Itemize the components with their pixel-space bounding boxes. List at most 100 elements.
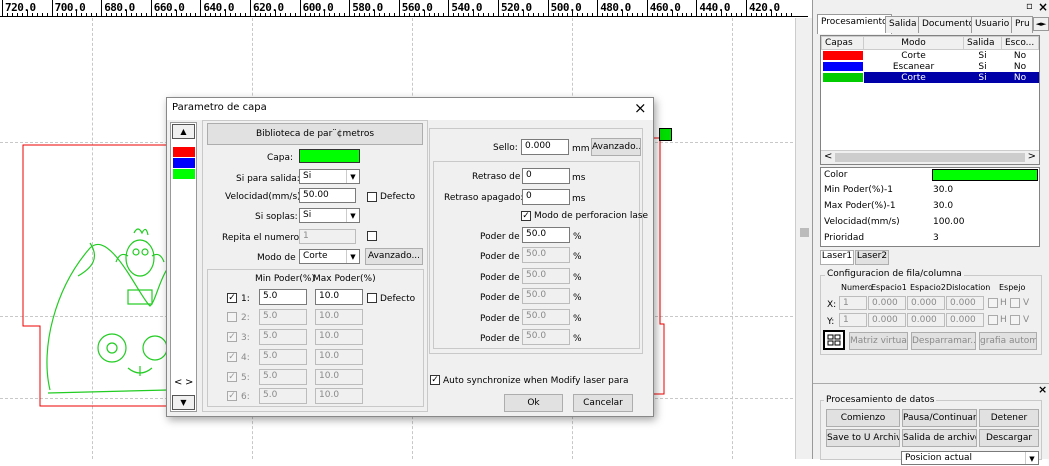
poder-2-input[interactable]: 50.0 <box>522 247 570 263</box>
array-y-espacio1[interactable]: 0.000 <box>868 313 906 327</box>
power-row-4-checkbox[interactable]: ✓ <box>227 352 237 362</box>
poder-1-input[interactable]: 50.0 <box>522 227 570 243</box>
layer-prev-icon[interactable]: < <box>174 377 182 388</box>
power-row-3-max[interactable]: 10.0 <box>315 329 363 345</box>
array-x-espacio1[interactable]: 0.000 <box>868 296 906 310</box>
tab-laser1[interactable]: Laser1 <box>820 250 854 265</box>
power-row-5-min[interactable]: 5.0 <box>259 369 307 385</box>
layers-hscrollbar[interactable]: < > <box>821 150 1039 164</box>
blow-select[interactable]: Si ▼ <box>299 208 360 223</box>
speed-input[interactable]: 50.00 <box>299 188 356 203</box>
tab-scroll-arrows[interactable]: ◄► <box>1033 17 1049 31</box>
poder-5-input[interactable]: 50.0 <box>522 309 570 325</box>
ok-button[interactable]: Ok <box>504 394 563 412</box>
scroll-thumb[interactable] <box>800 228 809 237</box>
output-u-file-button[interactable]: Salida de archivo U <box>902 429 977 447</box>
array-y-number[interactable]: 1 <box>839 313 867 327</box>
power-row-2-checkbox[interactable] <box>227 312 237 322</box>
auto-layout-button[interactable]: grafia autom <box>979 332 1037 350</box>
power-row-3-checkbox[interactable]: ✓ <box>227 332 237 342</box>
poder-4-input[interactable]: 50.0 <box>522 288 570 304</box>
canvas-vertical-scrollbar[interactable] <box>795 18 812 459</box>
tab-pru[interactable]: Pru <box>1011 16 1033 33</box>
layer-green-swatch[interactable] <box>173 169 195 179</box>
delay-off-input[interactable]: 0 <box>522 189 570 205</box>
tab-laser2[interactable]: Laser2 <box>855 250 889 265</box>
repeat-input[interactable]: 1 <box>299 229 356 244</box>
cancel-button[interactable]: Cancelar <box>573 394 633 412</box>
power-row-1-min[interactable]: 5.0 <box>259 289 307 305</box>
tab-usuario[interactable]: Usuario <box>971 16 1014 33</box>
layer-next-icon[interactable]: > <box>185 377 193 388</box>
power-default-checkbox[interactable] <box>367 293 377 303</box>
virtual-matrix-button[interactable]: Matriz virtual <box>849 332 908 350</box>
scroll-right-arrow[interactable]: > <box>1028 151 1036 162</box>
array-y-dislocation[interactable]: 0.000 <box>946 313 984 327</box>
array-x-mirror-v-checkbox[interactable] <box>1010 298 1020 308</box>
download-button[interactable]: Descargar <box>979 429 1039 447</box>
stop-button[interactable]: Detener <box>979 409 1039 427</box>
layers-header-esconder[interactable]: Esco... <box>1001 36 1039 50</box>
layer-red-swatch[interactable] <box>173 147 195 157</box>
output-select[interactable]: Si ▼ <box>299 169 360 184</box>
array-x-dislocation[interactable]: 0.000 <box>946 296 984 310</box>
prop-priority-value[interactable]: 3 <box>933 233 939 243</box>
power-row-2-max[interactable]: 10.0 <box>315 309 363 325</box>
tab-right-arrow[interactable]: ► <box>1041 20 1046 28</box>
close-icon[interactable]: × <box>1038 0 1048 14</box>
capa-color-swatch[interactable] <box>299 149 360 163</box>
restore-icon[interactable]: ▫ <box>1026 1 1033 12</box>
power-row-6-max[interactable]: 10.0 <box>315 388 363 404</box>
speed-default-checkbox[interactable] <box>367 192 377 202</box>
scroll-thumb[interactable] <box>835 153 1025 162</box>
layers-header-salida[interactable]: Salida <box>963 36 1002 50</box>
array-grid-icon[interactable] <box>823 330 845 350</box>
power-row-3-min[interactable]: 5.0 <box>259 329 307 345</box>
poder-6-input[interactable]: 50.0 <box>522 329 570 345</box>
save-to-u-file-button[interactable]: Save to U Archivo <box>826 429 900 447</box>
layers-header-modo[interactable]: Modo <box>863 36 964 50</box>
power-row-6-checkbox[interactable]: ✓ <box>227 391 237 401</box>
parameter-library-button[interactable]: Biblioteca de par¨¢metros <box>207 123 423 145</box>
tab-documento[interactable]: Documento <box>918 16 979 33</box>
table-row[interactable]: Escanear Si No <box>822 61 1039 72</box>
tab-salida[interactable]: Salida <box>885 16 921 33</box>
power-row-4-min[interactable]: 5.0 <box>259 349 307 365</box>
array-y-mirror-v-checkbox[interactable] <box>1010 315 1020 325</box>
poder-3-input[interactable]: 50.0 <box>522 268 570 284</box>
tab-procesamiento[interactable]: Procesamiento <box>817 14 892 34</box>
prop-color-swatch[interactable] <box>932 169 1038 181</box>
table-row[interactable]: Corte Si No <box>822 50 1039 62</box>
array-x-espacio2[interactable]: 0.000 <box>907 296 945 310</box>
power-row-4-max[interactable]: 10.0 <box>315 349 363 365</box>
power-row-5-checkbox[interactable]: ✓ <box>227 372 237 382</box>
power-row-6-min[interactable]: 5.0 <box>259 388 307 404</box>
power-row-5-max[interactable]: 10.0 <box>315 369 363 385</box>
prop-speed-value[interactable]: 100.00 <box>933 217 965 227</box>
panel-close-icon[interactable]: × <box>1038 383 1047 396</box>
delay-on-input[interactable]: 0 <box>522 168 570 184</box>
layer-down-button[interactable]: ▼ <box>172 395 195 410</box>
position-dropdown[interactable]: Posicion actual ▼ <box>901 451 1039 465</box>
power-row-2-min[interactable]: 5.0 <box>259 309 307 325</box>
seal-input[interactable]: 0.000 <box>521 139 569 155</box>
power-row-1-checkbox[interactable]: ✓ <box>227 293 237 303</box>
dialog-close-icon[interactable]: × <box>634 99 647 117</box>
prop-min-power-value[interactable]: 30.0 <box>933 185 953 195</box>
layer-up-button[interactable]: ▲ <box>172 124 195 139</box>
scroll-left-arrow[interactable]: < <box>824 151 832 162</box>
mode-select[interactable]: Corte ▼ <box>299 249 360 264</box>
array-x-number[interactable]: 1 <box>839 296 867 310</box>
array-x-mirror-h-checkbox[interactable] <box>988 298 998 308</box>
seal-advanced-button[interactable]: Avanzado... <box>591 138 641 156</box>
mode-advanced-button[interactable]: Avanzado... <box>365 248 423 265</box>
auto-sync-checkbox[interactable]: ✓ <box>430 375 440 385</box>
array-y-espacio2[interactable]: 0.000 <box>907 313 945 327</box>
scatter-button[interactable]: Desparramar... <box>911 332 976 350</box>
layer-blue-swatch[interactable] <box>173 158 195 168</box>
pause-continue-button[interactable]: Pausa/Continuar <box>902 409 977 427</box>
layers-header-capas[interactable]: Capas <box>821 36 864 50</box>
repeat-checkbox[interactable] <box>367 231 377 241</box>
perforation-checkbox[interactable]: ✓ <box>521 211 531 221</box>
start-button[interactable]: Comienzo <box>826 409 900 427</box>
